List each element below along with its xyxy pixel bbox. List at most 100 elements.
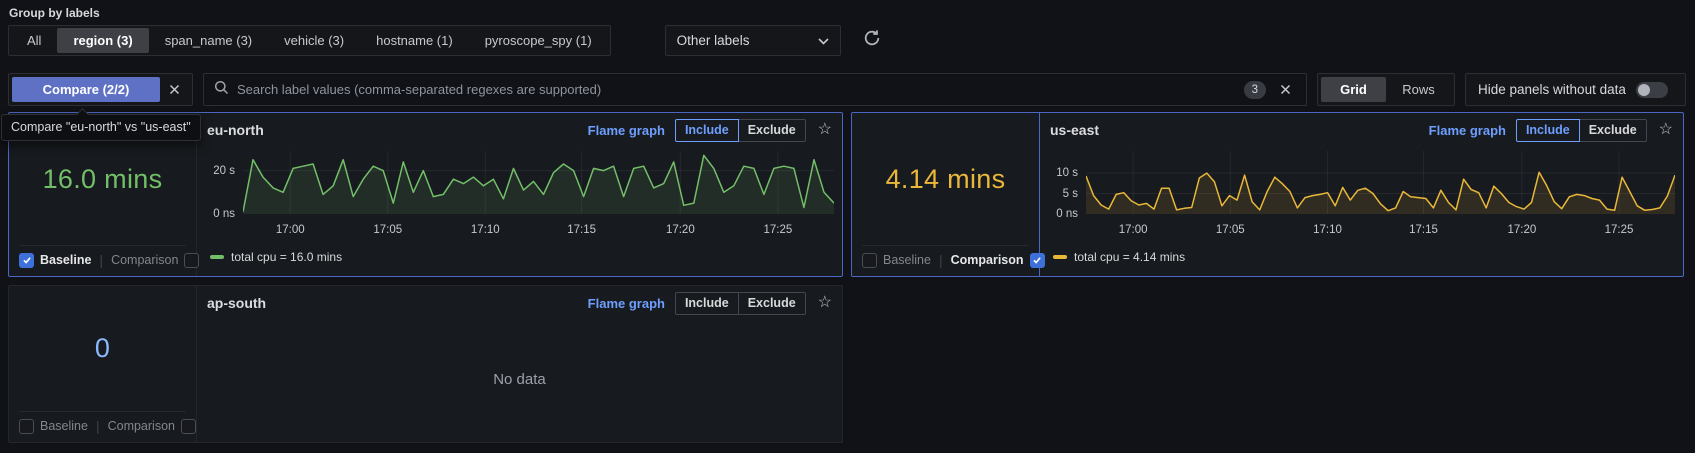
legend-item[interactable]: total cpu = 4.14 mins bbox=[1053, 250, 1185, 264]
timeseries-chart[interactable]: total cpu = 16.0 mins 20 s 0 ns 17:00 17:05… bbox=[197, 143, 842, 276]
timeseries-panel: eu-north Flame graph Include Exclude ☆ t… bbox=[197, 113, 842, 276]
star-icon[interactable]: ☆ bbox=[818, 122, 832, 138]
hide-panels-toggle[interactable] bbox=[1636, 82, 1668, 98]
toggle-knob bbox=[1638, 84, 1650, 96]
baseline-comparison-row: Baseline | Comparison bbox=[19, 411, 186, 442]
divider: | bbox=[937, 252, 945, 268]
layout-option-rows[interactable]: Rows bbox=[1386, 77, 1451, 102]
x-axis-label: 17:15 bbox=[1409, 224, 1438, 236]
baseline-checkbox[interactable] bbox=[19, 253, 34, 268]
tab-pyroscope-spy[interactable]: pyroscope_spy (1) bbox=[469, 28, 608, 53]
x-axis-label: 17:10 bbox=[1313, 224, 1342, 236]
tab-all[interactable]: All bbox=[11, 28, 57, 53]
x-axis-label: 17:20 bbox=[1507, 224, 1536, 236]
baseline-comparison-row: Baseline | Comparison bbox=[19, 245, 186, 276]
flame-graph-link[interactable]: Flame graph bbox=[588, 296, 665, 311]
search-box: 3 bbox=[203, 73, 1307, 106]
chevron-down-icon bbox=[818, 33, 829, 48]
comparison-label[interactable]: Comparison bbox=[111, 253, 178, 267]
y-axis-label: 20 s bbox=[197, 163, 235, 179]
legend-label: total cpu = 16.0 mins bbox=[231, 250, 342, 264]
baseline-label[interactable]: Baseline bbox=[40, 419, 88, 433]
include-button[interactable]: Include bbox=[675, 292, 739, 315]
layout-option-grid[interactable]: Grid bbox=[1321, 77, 1386, 102]
legend-swatch bbox=[210, 255, 224, 259]
include-exclude-group: Include Exclude bbox=[675, 292, 806, 315]
tab-span-name[interactable]: span_name (3) bbox=[149, 28, 268, 53]
x-axis-label: 17:00 bbox=[1119, 224, 1148, 236]
plot-area bbox=[1086, 151, 1675, 214]
match-count-badge: 3 bbox=[1244, 81, 1266, 99]
tab-region[interactable]: region (3) bbox=[57, 28, 148, 53]
timeseries-chart[interactable]: total cpu = 4.14 mins 10 s5 s0 ns17:0017… bbox=[1040, 143, 1683, 276]
close-icon bbox=[169, 84, 180, 95]
group-by-labels-heading: Group by labels bbox=[9, 6, 100, 20]
y-axis-label: 10 s bbox=[1040, 165, 1078, 181]
no-data-message: No data bbox=[197, 316, 842, 442]
other-labels-value: Other labels bbox=[677, 33, 818, 48]
panel-title: us-east bbox=[1050, 122, 1099, 138]
metric-value: 0 bbox=[9, 286, 196, 411]
baseline-label[interactable]: Baseline bbox=[883, 253, 931, 267]
panels-grid: 16.0 mins Baseline | Comparison eu-north… bbox=[8, 112, 1684, 443]
star-icon[interactable]: ☆ bbox=[1659, 122, 1673, 138]
layout-toggle: Grid Rows bbox=[1317, 73, 1455, 106]
hide-panels-control: Hide panels without data bbox=[1465, 73, 1686, 106]
tab-hostname[interactable]: hostname (1) bbox=[360, 28, 469, 53]
timeseries-panel: us-east Flame graph Include Exclude ☆ to… bbox=[1040, 113, 1683, 276]
legend-swatch bbox=[1053, 255, 1067, 259]
panel-header: eu-north Flame graph Include Exclude ☆ bbox=[197, 113, 842, 143]
panel-title: eu-north bbox=[207, 122, 264, 138]
comparison-checkbox[interactable] bbox=[181, 419, 196, 434]
baseline-checkbox[interactable] bbox=[19, 419, 34, 434]
include-button[interactable]: Include bbox=[675, 119, 739, 142]
flame-graph-link[interactable]: Flame graph bbox=[1429, 123, 1506, 138]
search-clear-button[interactable] bbox=[1274, 84, 1296, 95]
exclude-button[interactable]: Exclude bbox=[738, 292, 806, 315]
x-axis-label: 17:05 bbox=[1216, 224, 1245, 236]
x-axis-label: 17:00 bbox=[276, 224, 305, 236]
hide-panels-label: Hide panels without data bbox=[1478, 82, 1626, 97]
panel-title: ap-south bbox=[207, 295, 266, 311]
divider: | bbox=[97, 252, 105, 268]
x-axis-label: 17:25 bbox=[1605, 224, 1634, 236]
compare-button[interactable]: Compare (2/2) bbox=[12, 77, 160, 102]
compare-close-button[interactable] bbox=[160, 77, 189, 102]
include-button[interactable]: Include bbox=[1516, 119, 1580, 142]
refresh-button[interactable] bbox=[857, 25, 887, 56]
x-axis-label: 17:25 bbox=[763, 224, 792, 236]
legend-item[interactable]: total cpu = 16.0 mins bbox=[210, 250, 342, 264]
metric-panel: 0 Baseline | Comparison bbox=[9, 286, 197, 442]
baseline-checkbox[interactable] bbox=[862, 253, 877, 268]
include-exclude-group: Include Exclude bbox=[675, 119, 806, 142]
tab-vehicle[interactable]: vehicle (3) bbox=[268, 28, 360, 53]
x-axis-label: 17:15 bbox=[567, 224, 596, 236]
other-labels-select[interactable]: Other labels bbox=[665, 25, 841, 56]
flame-graph-link[interactable]: Flame graph bbox=[588, 123, 665, 138]
label-tab-bar: All region (3) span_name (3) vehicle (3)… bbox=[8, 25, 611, 56]
panel-group-ap-south: 0 Baseline | Comparison ap-south Flame g… bbox=[8, 285, 843, 443]
y-axis-label: 0 ns bbox=[197, 206, 235, 222]
divider: | bbox=[94, 418, 102, 434]
exclude-button[interactable]: Exclude bbox=[1579, 119, 1647, 142]
panel-group-us-east: 4.14 mins Baseline | Comparison us-east … bbox=[851, 112, 1684, 277]
plot-area bbox=[243, 151, 834, 214]
x-axis-label: 17:05 bbox=[373, 224, 402, 236]
baseline-comparison-row: Baseline | Comparison bbox=[862, 245, 1029, 276]
metric-value: 4.14 mins bbox=[852, 113, 1039, 245]
exclude-button[interactable]: Exclude bbox=[738, 119, 806, 142]
panel-header: us-east Flame graph Include Exclude ☆ bbox=[1040, 113, 1683, 143]
comparison-label[interactable]: Comparison bbox=[108, 419, 175, 433]
compare-control: Compare (2/2) bbox=[8, 73, 193, 106]
close-icon bbox=[1280, 84, 1291, 95]
star-icon[interactable]: ☆ bbox=[818, 295, 832, 311]
y-axis-label: 0 ns bbox=[1040, 206, 1078, 222]
search-input[interactable] bbox=[237, 82, 1236, 97]
toolbar: Compare (2/2) 3 Grid Rows Hide panels wi… bbox=[8, 73, 1686, 106]
x-axis-label: 17:20 bbox=[666, 224, 695, 236]
refresh-icon bbox=[863, 29, 881, 52]
comparison-label[interactable]: Comparison bbox=[951, 253, 1024, 267]
include-exclude-group: Include Exclude bbox=[1516, 119, 1647, 142]
legend-label: total cpu = 4.14 mins bbox=[1074, 250, 1185, 264]
baseline-label[interactable]: Baseline bbox=[40, 253, 91, 267]
